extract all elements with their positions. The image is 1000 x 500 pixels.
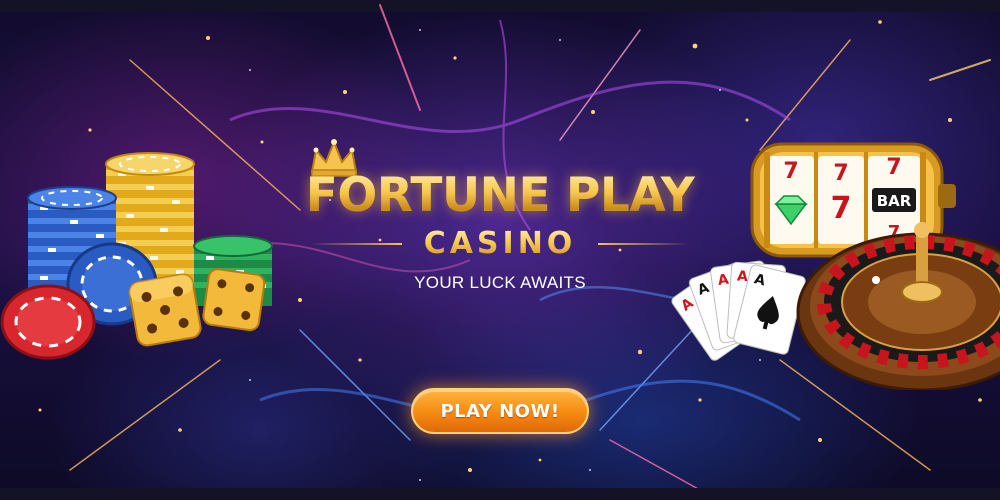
reel-symbol: BAR xyxy=(877,192,912,210)
reel-symbol: 7 xyxy=(833,161,848,186)
chips-and-dice-art xyxy=(0,152,273,360)
title-block: FORTUNE PLAY CASINO YOUR LUCK AWAITS xyxy=(300,138,700,298)
reel-symbol: 7 xyxy=(831,191,852,226)
card-rank: A xyxy=(736,268,748,285)
playing-cards: A A A A A xyxy=(671,260,806,361)
tagline: YOUR LUCK AWAITS xyxy=(414,273,586,292)
play-now-button[interactable]: PLAY NOW! xyxy=(411,388,589,434)
brand-title: FORTUNE PLAY xyxy=(300,168,700,223)
bottom-border xyxy=(0,488,1000,500)
casino-banner: FORTUNE PLAY CASINO YOUR LUCK AWAITS 7 7… xyxy=(0,0,1000,500)
dice xyxy=(202,268,266,332)
reel-symbol: 7 xyxy=(783,159,798,184)
casino-games-art: 7 7 7 7 BAR 7 A A A A A xyxy=(671,142,1000,390)
reel-symbol: 7 xyxy=(886,155,901,180)
dice xyxy=(128,273,202,347)
subtitle-row: CASINO xyxy=(300,226,700,261)
red-chip xyxy=(0,284,96,360)
